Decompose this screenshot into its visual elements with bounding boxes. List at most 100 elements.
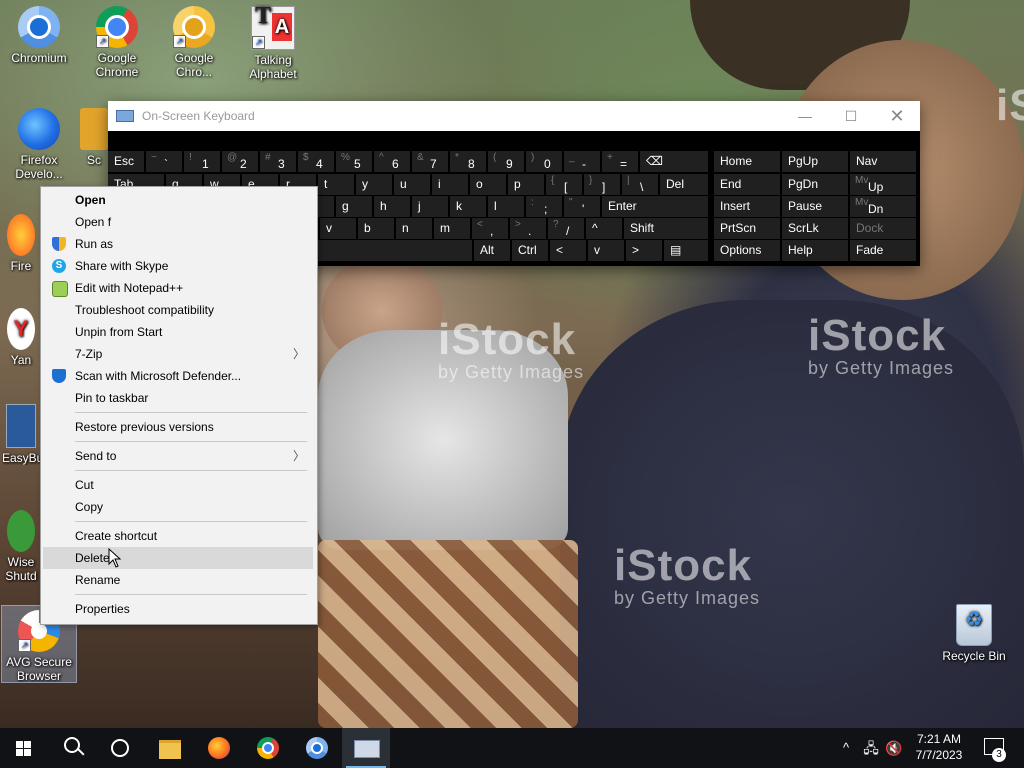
taskbar-on-screen-keyboard[interactable] bbox=[342, 728, 390, 768]
key-9[interactable]: (9 bbox=[488, 151, 524, 172]
key-p[interactable]: p bbox=[508, 174, 544, 195]
key-symbol[interactable]: < bbox=[550, 240, 586, 261]
key-symbol[interactable]: <, bbox=[472, 218, 508, 239]
desktop-icon-firefox[interactable]: Fire bbox=[2, 214, 40, 273]
menu-item-restore-versions[interactable]: Restore previous versions bbox=[43, 416, 313, 438]
key-prtscn[interactable]: PrtScn bbox=[714, 218, 780, 239]
key-symbol[interactable]: }] bbox=[584, 174, 620, 195]
key-y[interactable]: y bbox=[356, 174, 392, 195]
key-3[interactable]: #3 bbox=[260, 151, 296, 172]
menu-item-7zip[interactable]: 7-Zip 〉 bbox=[43, 343, 313, 365]
menu-item-run-as-admin[interactable]: Run as bbox=[43, 233, 313, 255]
key-0[interactable]: ) 0 bbox=[526, 151, 562, 172]
volume-muted-icon[interactable]: 🔇 bbox=[884, 728, 904, 768]
key-2[interactable]: @2 bbox=[222, 151, 258, 172]
osk-title-bar[interactable]: On-Screen Keyboard — ☐ ✕ bbox=[108, 101, 920, 131]
desktop-icon-partial-sc[interactable]: Sc bbox=[80, 108, 108, 167]
close-button[interactable]: ✕ bbox=[874, 101, 920, 131]
key-symbol[interactable]: > bbox=[626, 240, 662, 261]
desktop-icon-recycle-bin[interactable]: Recycle Bin bbox=[937, 604, 1011, 663]
key-7[interactable]: & 7 bbox=[412, 151, 448, 172]
key-dock[interactable]: Dock bbox=[850, 218, 916, 239]
menu-item-scan-defender[interactable]: Scan with Microsoft Defender... bbox=[43, 365, 313, 387]
key-scrlk[interactable]: ScrLk bbox=[782, 218, 848, 239]
key-mv-up[interactable]: Mv Up bbox=[850, 174, 916, 195]
key-symbol[interactable]: ▤ bbox=[664, 240, 708, 261]
key-del[interactable]: Del bbox=[660, 174, 708, 195]
menu-item-send-to[interactable]: Send to 〉 bbox=[43, 445, 313, 467]
taskbar-chromium[interactable] bbox=[293, 728, 341, 768]
maximize-button[interactable]: ☐ bbox=[828, 101, 874, 131]
desktop-icon-easybcd[interactable]: EasyBu bbox=[2, 404, 40, 465]
key-t[interactable]: t bbox=[318, 174, 354, 195]
start-button[interactable] bbox=[0, 728, 48, 768]
key-v[interactable]: v bbox=[320, 218, 356, 239]
menu-item-open[interactable]: Open bbox=[43, 189, 313, 211]
key-k[interactable]: k bbox=[450, 196, 486, 217]
key-options[interactable]: Options bbox=[714, 240, 780, 261]
key-b[interactable]: b bbox=[358, 218, 394, 239]
minimize-button[interactable]: — bbox=[782, 101, 828, 131]
taskbar-firefox[interactable] bbox=[195, 728, 243, 768]
key-h[interactable]: h bbox=[374, 196, 410, 217]
key-symbol[interactable]: " ' bbox=[564, 196, 600, 217]
taskbar-chrome[interactable] bbox=[244, 728, 292, 768]
key-n[interactable]: n bbox=[396, 218, 432, 239]
menu-item-troubleshoot[interactable]: Troubleshoot compatibility bbox=[43, 299, 313, 321]
key-nav[interactable]: Nav bbox=[850, 151, 916, 172]
key-insert[interactable]: Insert bbox=[714, 196, 780, 217]
key-pgdn[interactable]: PgDn bbox=[782, 174, 848, 195]
key-j[interactable]: j bbox=[412, 196, 448, 217]
key-u[interactable]: u bbox=[394, 174, 430, 195]
menu-item-properties[interactable]: Properties bbox=[43, 598, 313, 620]
key-g[interactable]: g bbox=[336, 196, 372, 217]
menu-item-pin-taskbar[interactable]: Pin to taskbar bbox=[43, 387, 313, 409]
key-symbol[interactable]: ⌫ bbox=[640, 151, 708, 172]
key-symbol[interactable]: ~ ` bbox=[146, 151, 182, 172]
key-4[interactable]: $4 bbox=[298, 151, 334, 172]
key-symbol[interactable]: ? / bbox=[548, 218, 584, 239]
desktop-icon-talking-alphabet[interactable]: T A ↗ Talking Alphabet bbox=[236, 4, 310, 81]
key-1[interactable]: ! 1 bbox=[184, 151, 220, 172]
key-symbol[interactable]: ^ bbox=[586, 218, 622, 239]
key-shift[interactable]: Shift bbox=[624, 218, 708, 239]
menu-item-delete[interactable]: Delete bbox=[43, 547, 313, 569]
menu-item-create-shortcut[interactable]: Create shortcut bbox=[43, 525, 313, 547]
clock[interactable]: 7:21 AM 7/7/2023 bbox=[904, 731, 974, 763]
key-help[interactable]: Help bbox=[782, 240, 848, 261]
key-o[interactable]: o bbox=[470, 174, 506, 195]
menu-item-share-skype[interactable]: S Share with Skype bbox=[43, 255, 313, 277]
network-icon[interactable]: 🖧 bbox=[860, 728, 882, 768]
key-symbol[interactable]: | \ bbox=[622, 174, 658, 195]
menu-item-copy[interactable]: Copy bbox=[43, 496, 313, 518]
desktop-icon-wise-shutdown[interactable]: Wise Shutd bbox=[2, 510, 40, 583]
key-fade[interactable]: Fade bbox=[850, 240, 916, 261]
key-symbol[interactable]: _ - bbox=[564, 151, 600, 172]
key-pgup[interactable]: PgUp bbox=[782, 151, 848, 172]
key-enter[interactable]: Enter bbox=[602, 196, 708, 217]
key-l[interactable]: l bbox=[488, 196, 524, 217]
menu-item-rename[interactable]: Rename bbox=[43, 569, 313, 591]
key-ctrl[interactable]: Ctrl bbox=[512, 240, 548, 261]
desktop-icon-google-chrome-canary[interactable]: ↗ Google Chro... bbox=[157, 6, 231, 79]
task-view-button[interactable] bbox=[96, 728, 144, 768]
key-symbol[interactable]: >. bbox=[510, 218, 546, 239]
key-home[interactable]: Home bbox=[714, 151, 780, 172]
desktop-icon-google-chrome[interactable]: ↗ Google Chrome bbox=[80, 6, 154, 79]
key-symbol[interactable]: {[ bbox=[546, 174, 582, 195]
desktop-icon-firefox-developer[interactable]: Firefox Develo... bbox=[2, 108, 76, 181]
key-alt[interactable]: Alt bbox=[474, 240, 510, 261]
desktop-icon-yandex[interactable]: Y Yan bbox=[2, 308, 40, 367]
key-5[interactable]: % 5 bbox=[336, 151, 372, 172]
key-esc[interactable]: Esc bbox=[108, 151, 144, 172]
menu-item-cut[interactable]: Cut bbox=[43, 474, 313, 496]
key-symbol[interactable]: :; bbox=[526, 196, 562, 217]
key-i[interactable]: i bbox=[432, 174, 468, 195]
menu-item-open-file-location[interactable]: Open f bbox=[43, 211, 313, 233]
desktop-icon-chromium[interactable]: Chromium bbox=[2, 6, 76, 65]
menu-item-edit-notepadpp[interactable]: Edit with Notepad++ bbox=[43, 277, 313, 299]
key-end[interactable]: End bbox=[714, 174, 780, 195]
key-mv-dn[interactable]: Mv Dn bbox=[850, 196, 916, 217]
taskbar-file-explorer[interactable] bbox=[146, 728, 194, 768]
key-v[interactable]: v bbox=[588, 240, 624, 261]
